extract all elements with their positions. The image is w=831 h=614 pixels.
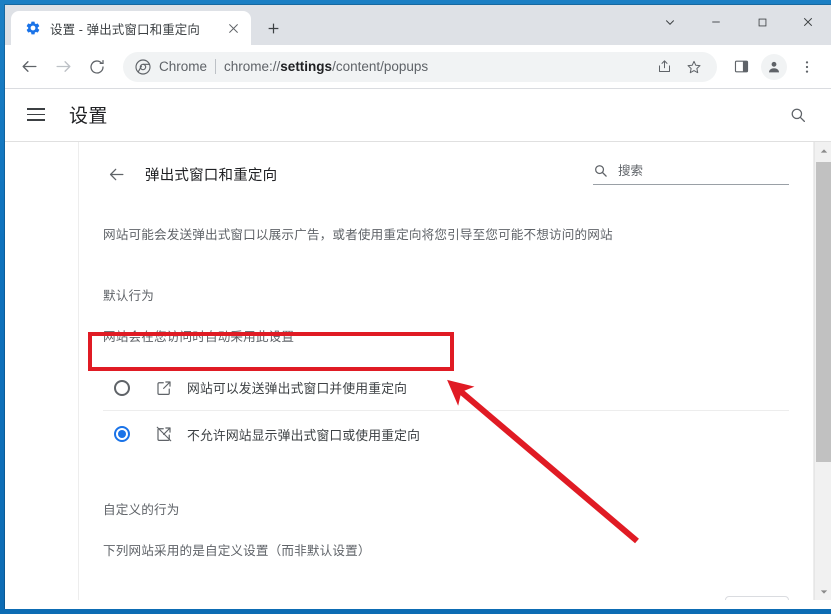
maximize-button[interactable] [739, 5, 785, 39]
radio-button-selected[interactable] [114, 426, 130, 442]
close-window-button[interactable] [785, 5, 831, 39]
tab-title: 设置 - 弹出式窗口和重定向 [50, 22, 201, 37]
address-bar[interactable]: Chrome chrome://settings/content/popups [123, 51, 717, 82]
scroll-down-arrow-icon[interactable] [815, 583, 831, 600]
url-suffix: /content/popups [332, 59, 429, 74]
forward-arrow-icon[interactable] [47, 51, 79, 83]
screenshot-root: 设置 - 弹出式窗口和重定向 Chrome chrome://settings/… [0, 0, 831, 614]
star-icon[interactable] [683, 56, 705, 78]
default-behavior-radio-group: 网站可以发送弹出式窗口并使用重定向 不允许网站显示弹出式窗口或使用重定向 [103, 365, 789, 457]
omnibox-chip-label: Chrome [159, 59, 208, 74]
three-dot-menu-icon[interactable] [791, 51, 823, 83]
reload-icon[interactable] [81, 51, 113, 83]
search-icon[interactable] [785, 102, 811, 128]
search-icon [593, 163, 608, 178]
popups-description: 网站可能会发送弹出式窗口以展示广告，或者使用重定向将您引导至您可能不想访问的网站 [103, 228, 613, 242]
chrome-logo-icon [135, 58, 151, 75]
popup-allow-icon [155, 379, 173, 397]
url-emphasis: settings [280, 59, 333, 74]
taskbar-strip [0, 609, 831, 614]
back-arrow-icon[interactable] [13, 51, 45, 83]
minimize-button[interactable] [693, 5, 739, 39]
window-controls [647, 5, 831, 39]
url-prefix: chrome:// [224, 59, 281, 74]
browser-tab-settings[interactable]: 设置 - 弹出式窗口和重定向 [11, 11, 251, 45]
settings-viewport: 弹出式窗口和重定向 网站可能会发送弹出式窗口以展示广告，或者使用重定向将您引导至… [5, 141, 831, 600]
scrollbar-thumb[interactable] [816, 162, 831, 462]
radio-option-allow-popups[interactable]: 网站可以发送弹出式窗口并使用重定向 [103, 365, 789, 411]
default-behavior-title: 默认行为 [103, 289, 154, 303]
side-panel-icon[interactable] [725, 51, 757, 83]
default-behavior-subtitle: 网站会在您访问时自动采用此设置 [103, 330, 295, 344]
settings-gear-icon [25, 20, 41, 36]
tab-strip: 设置 - 弹出式窗口和重定向 [5, 5, 831, 45]
settings-app-header: 设置 [5, 89, 831, 141]
custom-behavior-subtitle: 下列网站采用的是自定义设置（而非默认设置） [103, 544, 371, 558]
hamburger-menu-icon[interactable] [27, 102, 53, 128]
tab-search-button[interactable] [647, 5, 693, 39]
browser-toolbar: Chrome chrome://settings/content/popups [5, 45, 831, 89]
omnibox-url: chrome://settings/content/popups [224, 59, 645, 74]
add-site-button[interactable]: 添加 [725, 595, 789, 600]
search-input[interactable] [618, 163, 789, 178]
subpage-title: 弹出式窗口和重定向 [145, 167, 278, 184]
page-title: 设置 [69, 106, 108, 127]
share-icon[interactable] [653, 56, 675, 78]
settings-search-box[interactable] [593, 163, 789, 185]
close-icon[interactable] [223, 18, 243, 38]
scroll-up-arrow-icon[interactable] [815, 142, 831, 159]
block-list-header: 不允许发送弹出式窗口或使用重定向 添加 [103, 595, 789, 600]
radio-option-label: 不允许网站显示弹出式窗口或使用重定向 [187, 427, 421, 443]
page-scrollbar[interactable] [814, 142, 831, 600]
radio-option-label: 网站可以发送弹出式窗口并使用重定向 [187, 381, 408, 396]
chrome-browser-window: 设置 - 弹出式窗口和重定向 Chrome chrome://settings/… [5, 5, 831, 610]
settings-card: 弹出式窗口和重定向 网站可能会发送弹出式窗口以展示广告，或者使用重定向将您引导至… [78, 142, 814, 600]
back-arrow-icon[interactable] [103, 161, 129, 187]
custom-behavior-title: 自定义的行为 [103, 503, 180, 517]
popup-block-icon [155, 425, 173, 443]
subpage-header: 弹出式窗口和重定向 [103, 142, 789, 200]
profile-avatar-icon[interactable] [761, 53, 787, 80]
radio-button-unselected[interactable] [114, 379, 130, 396]
radio-option-block-popups[interactable]: 不允许网站显示弹出式窗口或使用重定向 [103, 411, 789, 457]
new-tab-button[interactable] [259, 14, 287, 42]
omnibox-separator [215, 59, 217, 74]
